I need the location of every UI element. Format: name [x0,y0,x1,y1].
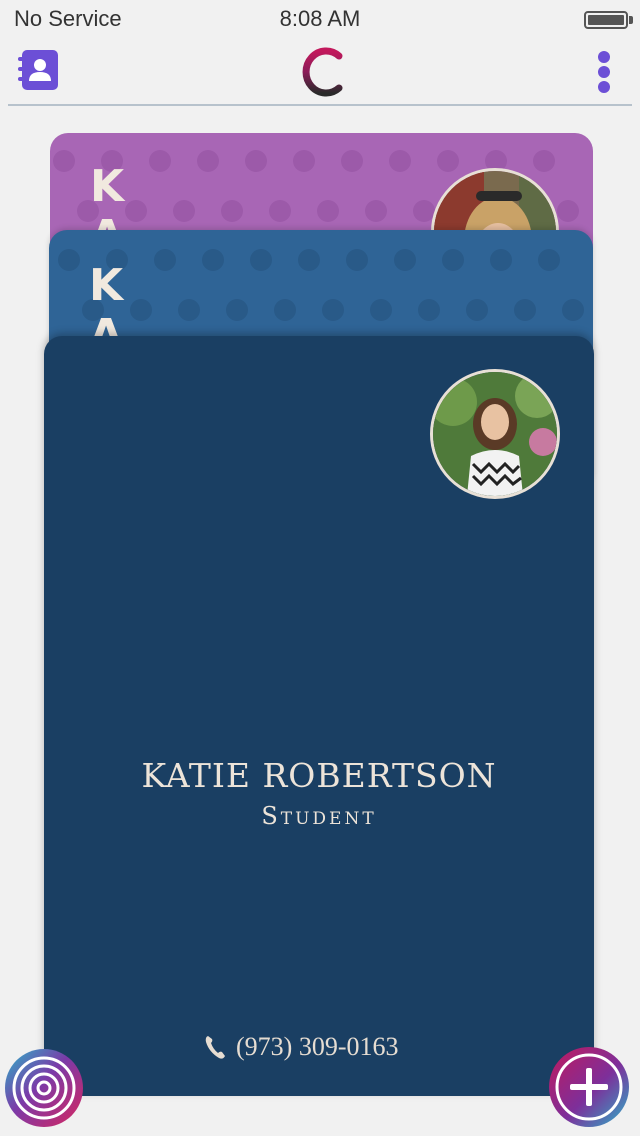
battery-tip [629,16,633,24]
status-time: 8:08 AM [279,6,361,31]
nav-divider [8,104,632,106]
add-card-button[interactable] [548,1046,630,1128]
status-bar: No Service 8:08 AM [0,0,640,40]
card-title: Student [261,802,377,830]
card-name: KATIE ROBERTSON [141,756,497,795]
concentric-circles-icon [5,1049,83,1127]
profile-photo [430,369,560,499]
card-initial-k: K [89,260,124,311]
card-phone: (973) 309-0163 [236,1032,399,1061]
more-vertical-icon[interactable] [592,48,616,96]
app-logo-c-icon [297,46,345,98]
business-card-main[interactable]: KATIE ROBERTSON Student (973) 309-0163 [44,336,594,1096]
phone-icon [205,1036,225,1059]
contacts-book-icon[interactable] [16,48,60,92]
scan-button[interactable] [4,1048,84,1128]
battery-icon [584,11,628,29]
plus-icon [549,1047,629,1127]
card-initial-k: K [90,161,125,212]
